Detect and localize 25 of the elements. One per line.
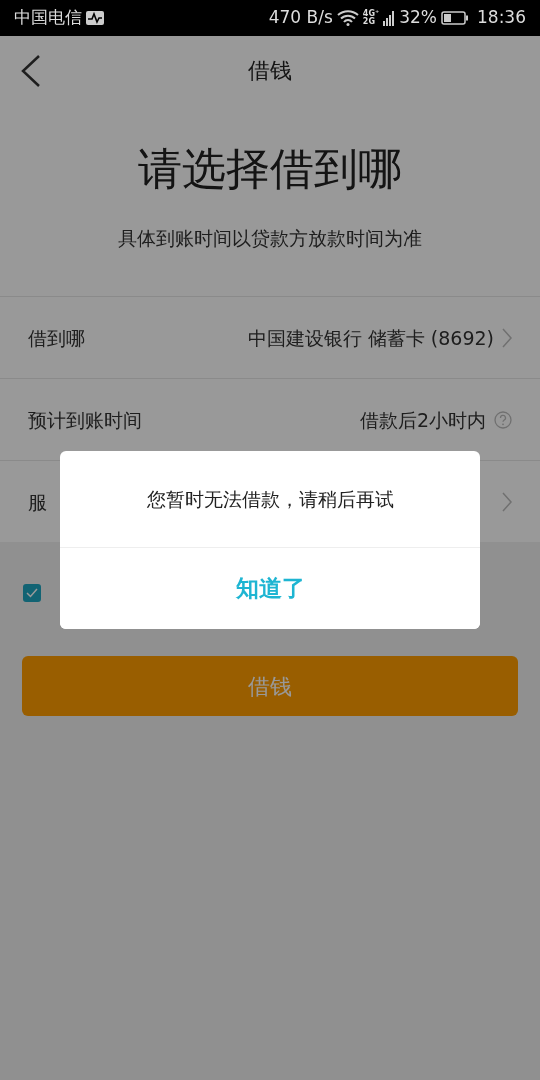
- heading: 请选择借到哪: [137, 143, 403, 196]
- clock-time: 18:36: [477, 6, 526, 30]
- carrier-name: 中国电信: [14, 6, 82, 30]
- network-speed: 470 B/s: [268, 6, 333, 30]
- chevron-right-icon[interactable]: [502, 491, 512, 512]
- row-label: 服: [28, 489, 47, 515]
- help-icon[interactable]: [494, 410, 512, 429]
- borrow-button[interactable]: 借钱: [22, 656, 518, 717]
- chevron-right-icon[interactable]: [502, 327, 512, 348]
- dialog-message: 您暂时无法借款，请稍后再试: [146, 486, 394, 512]
- wifi-icon: [336, 10, 359, 26]
- row-value: 借款后2小时内: [359, 407, 486, 433]
- signal-icon: [383, 10, 396, 26]
- battery-percent: 32%: [399, 6, 437, 30]
- agreement-checkbox[interactable]: [23, 584, 41, 603]
- network-type: 4G⁺: [362, 10, 380, 18]
- back-icon[interactable]: [20, 54, 42, 88]
- page-title: 借钱: [248, 57, 292, 85]
- row-label: 预计到账时间: [28, 407, 142, 433]
- activity-icon: [86, 11, 104, 25]
- network-type: 2G: [362, 18, 375, 26]
- battery-icon: [441, 11, 469, 25]
- row-label: 借到哪: [28, 325, 85, 351]
- subheading: 具体到账时间以贷款方放款时间为准: [117, 225, 423, 251]
- row-value: 中国建设银行 储蓄卡 (8692): [247, 325, 494, 351]
